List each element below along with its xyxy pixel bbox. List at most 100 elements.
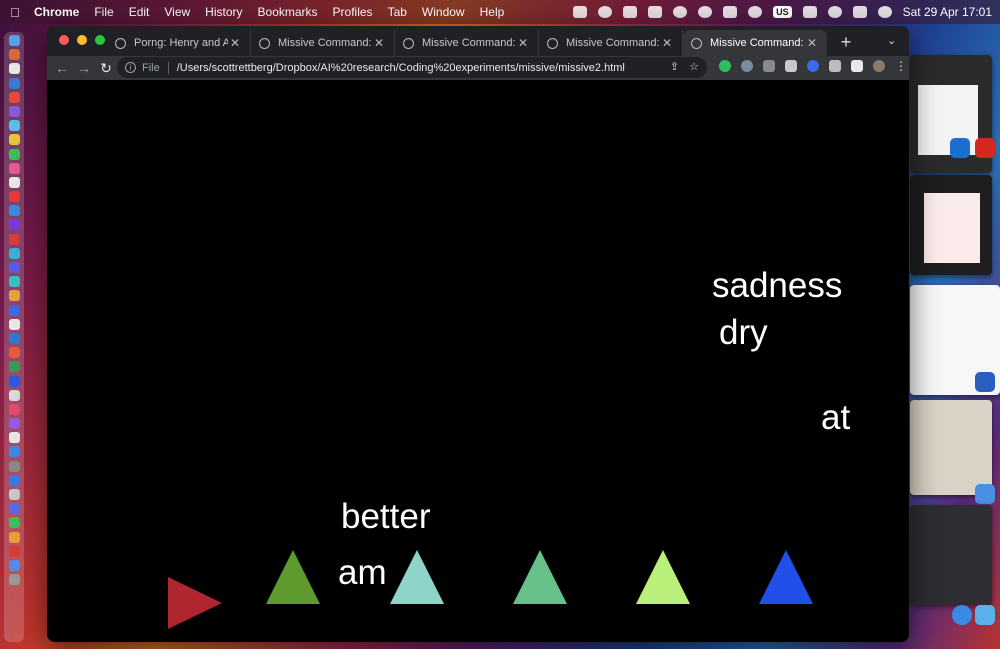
keyboard-layout-badge[interactable]: US bbox=[773, 6, 792, 18]
chrome-icon[interactable] bbox=[8, 91, 20, 103]
music-icon[interactable] bbox=[8, 403, 20, 415]
menu-tab[interactable]: Tab bbox=[388, 5, 407, 19]
finder-icon[interactable] bbox=[8, 35, 20, 46]
app-icon[interactable] bbox=[8, 63, 20, 75]
address-bar[interactable]: i File /Users/scottrettberg/Dropbox/AI%2… bbox=[117, 57, 707, 78]
app-icon[interactable] bbox=[8, 361, 20, 373]
app-icon[interactable] bbox=[8, 120, 20, 132]
rss-icon[interactable] bbox=[763, 60, 775, 72]
dropbox-icon[interactable] bbox=[623, 6, 638, 18]
app-icon[interactable] bbox=[8, 375, 20, 387]
window-icon[interactable] bbox=[648, 6, 663, 18]
play-icon[interactable] bbox=[673, 6, 688, 18]
puzzle-icon[interactable] bbox=[829, 60, 841, 72]
menu-window[interactable]: Window bbox=[422, 5, 465, 19]
address-url[interactable]: /Users/scottrettberg/Dropbox/AI%20resear… bbox=[177, 62, 625, 74]
close-tab-icon[interactable]: ✕ bbox=[805, 36, 819, 50]
new-tab-button[interactable]: + bbox=[837, 32, 855, 53]
info-icon[interactable]: i bbox=[125, 62, 136, 73]
tab-missive-2[interactable]: Missive Command: Nelson ✕ bbox=[395, 30, 539, 56]
menu-edit[interactable]: Edit bbox=[129, 5, 150, 19]
share-icon[interactable]: ⇪ bbox=[670, 60, 679, 73]
app-icon[interactable] bbox=[8, 432, 20, 444]
minimize-window-button[interactable] bbox=[77, 35, 87, 45]
window-preview[interactable] bbox=[910, 400, 992, 495]
settings-icon[interactable] bbox=[8, 460, 20, 472]
control-center-icon[interactable] bbox=[852, 6, 867, 18]
back-button[interactable]: ← bbox=[51, 60, 73, 76]
evernote-icon[interactable] bbox=[719, 60, 731, 72]
tab-missive-active[interactable]: Missive Command: Nelson ✕ bbox=[683, 30, 827, 56]
avatar[interactable] bbox=[873, 60, 885, 72]
close-tab-icon[interactable]: ✕ bbox=[660, 36, 674, 50]
app-icon[interactable] bbox=[8, 191, 20, 203]
forward-button[interactable]: → bbox=[73, 60, 95, 76]
app-icon[interactable] bbox=[8, 176, 20, 188]
app-icon[interactable] bbox=[8, 162, 20, 174]
app-store-icon[interactable] bbox=[8, 446, 20, 458]
app-icon[interactable] bbox=[8, 304, 20, 316]
app-icon[interactable] bbox=[8, 233, 20, 245]
siri-icon[interactable] bbox=[877, 6, 892, 18]
sidebar-icon[interactable] bbox=[851, 60, 863, 72]
battery-icon[interactable] bbox=[723, 6, 738, 18]
game-canvas[interactable]: sadness dry at better am bbox=[47, 80, 909, 642]
app-icon[interactable] bbox=[8, 134, 20, 146]
podcasts-icon[interactable] bbox=[8, 418, 20, 430]
spotify-icon[interactable] bbox=[8, 517, 20, 529]
extension-icon[interactable] bbox=[741, 60, 753, 72]
app-icon[interactable] bbox=[8, 105, 20, 117]
window-preview[interactable] bbox=[910, 505, 992, 605]
app-icon[interactable] bbox=[8, 389, 20, 401]
close-window-button[interactable] bbox=[59, 35, 69, 45]
reload-button[interactable]: ↻ bbox=[95, 60, 117, 77]
app-icon[interactable] bbox=[8, 318, 20, 330]
apple-menu-icon[interactable]:  bbox=[8, 5, 22, 20]
window-preview[interactable] bbox=[910, 175, 992, 275]
sync-icon[interactable] bbox=[598, 6, 613, 18]
help-icon[interactable] bbox=[8, 489, 20, 500]
document-icon[interactable] bbox=[785, 60, 797, 72]
app-icon[interactable] bbox=[8, 219, 20, 231]
bookmark-star-icon[interactable]: ☆ bbox=[689, 60, 699, 73]
app-icon[interactable] bbox=[8, 148, 20, 160]
close-tab-icon[interactable]: ✕ bbox=[372, 36, 386, 50]
tab-missive-3[interactable]: Missive Command: Nelson ✕ bbox=[539, 30, 683, 56]
cloud-icon[interactable] bbox=[573, 6, 588, 18]
user-icon[interactable] bbox=[698, 6, 713, 18]
menu-bar-clock[interactable]: Sat 29 Apr 17:01 bbox=[903, 5, 992, 19]
menu-profiles[interactable]: Profiles bbox=[333, 5, 373, 19]
app-icon[interactable] bbox=[8, 332, 20, 344]
app-icon[interactable] bbox=[8, 531, 20, 543]
trash-icon[interactable] bbox=[8, 574, 20, 586]
player-ship[interactable] bbox=[168, 577, 222, 629]
tab-search-chevron-icon[interactable]: ⌄ bbox=[887, 34, 896, 47]
app-icon[interactable] bbox=[8, 276, 20, 288]
menu-app-chrome[interactable]: Chrome bbox=[34, 5, 79, 19]
wifi-icon[interactable] bbox=[748, 6, 763, 18]
keyboard-icon[interactable] bbox=[802, 6, 817, 18]
close-tab-icon[interactable]: ✕ bbox=[516, 36, 530, 50]
search-icon[interactable] bbox=[827, 6, 842, 18]
zoom-window-button[interactable] bbox=[95, 35, 105, 45]
tab-porng[interactable]: Porng: Henry and Anaïs ✕ bbox=[107, 30, 251, 56]
menu-history[interactable]: History bbox=[205, 5, 242, 19]
app-icon[interactable] bbox=[8, 347, 20, 359]
app-icon[interactable] bbox=[8, 247, 20, 259]
menu-view[interactable]: View bbox=[164, 5, 190, 19]
app-icon[interactable] bbox=[8, 205, 20, 217]
app-icon[interactable] bbox=[8, 77, 20, 89]
app-icon[interactable] bbox=[8, 49, 20, 61]
more-menu-icon[interactable]: ⋮ bbox=[895, 60, 907, 72]
tab-missive-1[interactable]: Missive Command: Nelson ✕ bbox=[251, 30, 395, 56]
extension-icon[interactable] bbox=[807, 60, 819, 72]
acrobat-icon[interactable] bbox=[8, 545, 20, 557]
downloads-icon[interactable] bbox=[8, 559, 20, 571]
app-icon[interactable] bbox=[8, 290, 20, 302]
app-icon[interactable] bbox=[8, 474, 20, 486]
app-icon[interactable] bbox=[8, 262, 20, 273]
menu-bookmarks[interactable]: Bookmarks bbox=[258, 5, 318, 19]
menu-file[interactable]: File bbox=[94, 5, 113, 19]
menu-help[interactable]: Help bbox=[480, 5, 505, 19]
close-tab-icon[interactable]: ✕ bbox=[228, 36, 242, 50]
